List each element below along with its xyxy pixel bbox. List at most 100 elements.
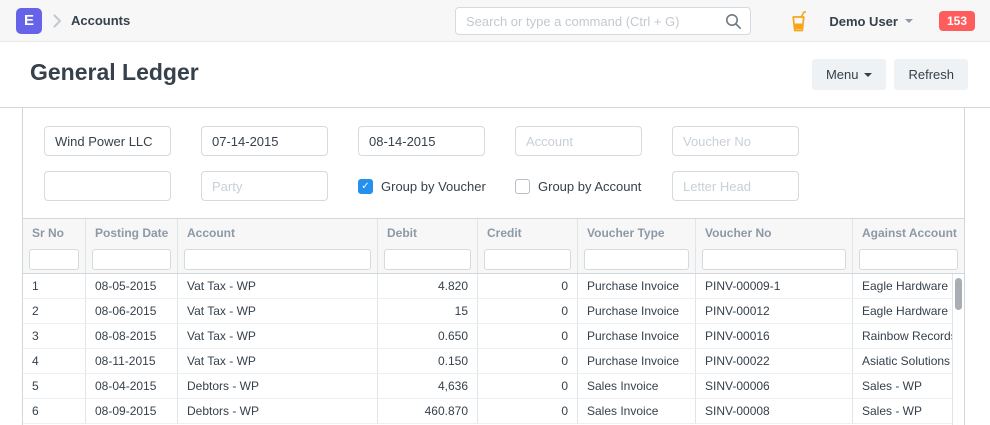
- checkbox-icon[interactable]: ✓: [358, 179, 373, 194]
- navbar: E Accounts Demo User: [0, 0, 990, 42]
- drink-cup-icon[interactable]: [790, 11, 807, 32]
- cell-voucher-type: Sales Invoice: [578, 374, 696, 398]
- party-filter-input[interactable]: [201, 171, 328, 201]
- datatable: Sr No Posting Date Account Debit Credit …: [23, 218, 964, 425]
- cell-voucher-type: Purchase Invoice: [578, 324, 696, 348]
- report-container: ✓ Group by Voucher ✓ Group by Account Sr…: [22, 108, 965, 425]
- notification-badge[interactable]: 153: [939, 11, 975, 31]
- navbar-left: E Accounts: [0, 8, 130, 34]
- user-menu[interactable]: Demo User: [829, 14, 913, 29]
- column-filter-posting-date[interactable]: [92, 249, 171, 270]
- cell-account: Vat Tax - WP: [178, 349, 378, 373]
- cell-voucher-no: SINV-00008: [696, 399, 853, 423]
- filter-row-2: ✓ Group by Voucher ✓ Group by Account: [44, 171, 799, 201]
- user-name: Demo User: [829, 14, 898, 29]
- column-filter-cell: [86, 246, 178, 273]
- page-head: General Ledger Menu Refresh: [0, 42, 990, 108]
- app-logo-letter: E: [24, 12, 34, 29]
- column-filter-cell: [478, 246, 578, 273]
- to-date-filter-input[interactable]: [358, 126, 485, 156]
- table-row[interactable]: 4 08-11-2015 Vat Tax - WP 0.150 0 Purcha…: [23, 349, 952, 374]
- column-header-sr-no[interactable]: Sr No: [23, 219, 86, 246]
- company-filter-input[interactable]: [44, 126, 171, 156]
- column-header-credit[interactable]: Credit: [478, 219, 578, 246]
- checkbox-icon[interactable]: ✓: [515, 179, 530, 194]
- table-row[interactable]: 2 08-06-2015 Vat Tax - WP 15 0 Purchase …: [23, 299, 952, 324]
- cell-debit: 4.820: [378, 274, 478, 298]
- cell-posting-date: 08-06-2015: [86, 299, 178, 323]
- group-by-voucher-checkbox[interactable]: ✓ Group by Voucher: [358, 179, 485, 194]
- column-filter-sr-no[interactable]: [29, 249, 79, 270]
- menu-button[interactable]: Menu: [812, 59, 887, 90]
- column-filter-cell: [23, 246, 86, 273]
- cell-voucher-type: Purchase Invoice: [578, 349, 696, 373]
- column-filter-credit[interactable]: [484, 249, 571, 270]
- table-row[interactable]: 1 08-05-2015 Vat Tax - WP 4.820 0 Purcha…: [23, 274, 952, 299]
- extra-filter-input[interactable]: [44, 171, 171, 201]
- column-header-debit[interactable]: Debit: [378, 219, 478, 246]
- column-filter-cell: [378, 246, 478, 273]
- group-by-voucher-label: Group by Voucher: [381, 179, 486, 194]
- cell-voucher-no: SINV-00006: [696, 374, 853, 398]
- table-header: Sr No Posting Date Account Debit Credit …: [23, 219, 964, 274]
- column-filter-against-account[interactable]: [859, 249, 958, 270]
- cell-voucher-type: Sales Invoice: [578, 399, 696, 423]
- column-header-voucher-no[interactable]: Voucher No: [696, 219, 853, 246]
- cell-credit: 0: [478, 299, 578, 323]
- cell-against-account: Sales - WP: [853, 399, 952, 423]
- letter-head-filter-input[interactable]: [672, 171, 799, 201]
- search-icon[interactable]: [725, 13, 742, 35]
- cell-account: Debtors - WP: [178, 399, 378, 423]
- cell-debit: 460.870: [378, 399, 478, 423]
- table-row[interactable]: 5 08-04-2015 Debtors - WP 4,636 0 Sales …: [23, 374, 952, 399]
- chevron-down-icon: [905, 19, 913, 23]
- refresh-button[interactable]: Refresh: [894, 59, 968, 90]
- table-row[interactable]: 6 08-09-2015 Debtors - WP 460.870 0 Sale…: [23, 399, 952, 424]
- column-filter-cell: [578, 246, 696, 273]
- cell-voucher-no: PINV-00022: [696, 349, 853, 373]
- column-filter-account[interactable]: [184, 249, 371, 270]
- cell-against-account: Rainbow Records: [853, 324, 952, 348]
- cell-posting-date: 08-05-2015: [86, 274, 178, 298]
- breadcrumb-chevron-icon: [53, 14, 62, 28]
- cell-credit: 0: [478, 324, 578, 348]
- from-date-filter-input[interactable]: [201, 126, 328, 156]
- chevron-down-icon: [864, 73, 872, 77]
- column-filter-cell: [178, 246, 378, 273]
- column-filter-voucher-type[interactable]: [584, 249, 689, 270]
- search-box: [455, 7, 751, 35]
- cell-posting-date: 08-08-2015: [86, 324, 178, 348]
- cell-debit: 0.650: [378, 324, 478, 348]
- cell-sr-no: 1: [23, 274, 86, 298]
- voucher-no-filter-input[interactable]: [672, 126, 799, 156]
- column-filter-voucher-no[interactable]: [702, 249, 846, 270]
- table-row[interactable]: 3 08-08-2015 Vat Tax - WP 0.650 0 Purcha…: [23, 324, 952, 349]
- app-logo[interactable]: E: [16, 8, 42, 34]
- group-by-account-label: Group by Account: [538, 179, 641, 194]
- column-header-against-account[interactable]: Against Account: [853, 219, 964, 246]
- cell-sr-no: 3: [23, 324, 86, 348]
- column-filter-cell: [696, 246, 853, 273]
- cell-account: Vat Tax - WP: [178, 299, 378, 323]
- account-filter-input[interactable]: [515, 126, 642, 156]
- column-header-account[interactable]: Account: [178, 219, 378, 246]
- cell-posting-date: 08-04-2015: [86, 374, 178, 398]
- group-by-account-checkbox[interactable]: ✓ Group by Account: [515, 179, 642, 194]
- column-header-posting-date[interactable]: Posting Date: [86, 219, 178, 246]
- table-scrollbar[interactable]: [952, 274, 964, 425]
- navbar-right: Demo User 153: [790, 0, 975, 42]
- search-input[interactable]: [455, 7, 751, 35]
- scrollbar-thumb[interactable]: [955, 278, 962, 310]
- breadcrumb[interactable]: Accounts: [71, 13, 130, 28]
- cell-against-account: Sales - WP: [853, 374, 952, 398]
- filter-area: ✓ Group by Voucher ✓ Group by Account: [23, 108, 964, 218]
- cell-credit: 0: [478, 374, 578, 398]
- cell-credit: 0: [478, 349, 578, 373]
- table-body: 1 08-05-2015 Vat Tax - WP 4.820 0 Purcha…: [23, 274, 964, 424]
- screen: E Accounts Demo User: [0, 0, 990, 425]
- column-header-voucher-type[interactable]: Voucher Type: [578, 219, 696, 246]
- cell-debit: 0.150: [378, 349, 478, 373]
- cell-account: Vat Tax - WP: [178, 274, 378, 298]
- page-actions: Menu Refresh: [812, 59, 968, 90]
- column-filter-debit[interactable]: [384, 249, 471, 270]
